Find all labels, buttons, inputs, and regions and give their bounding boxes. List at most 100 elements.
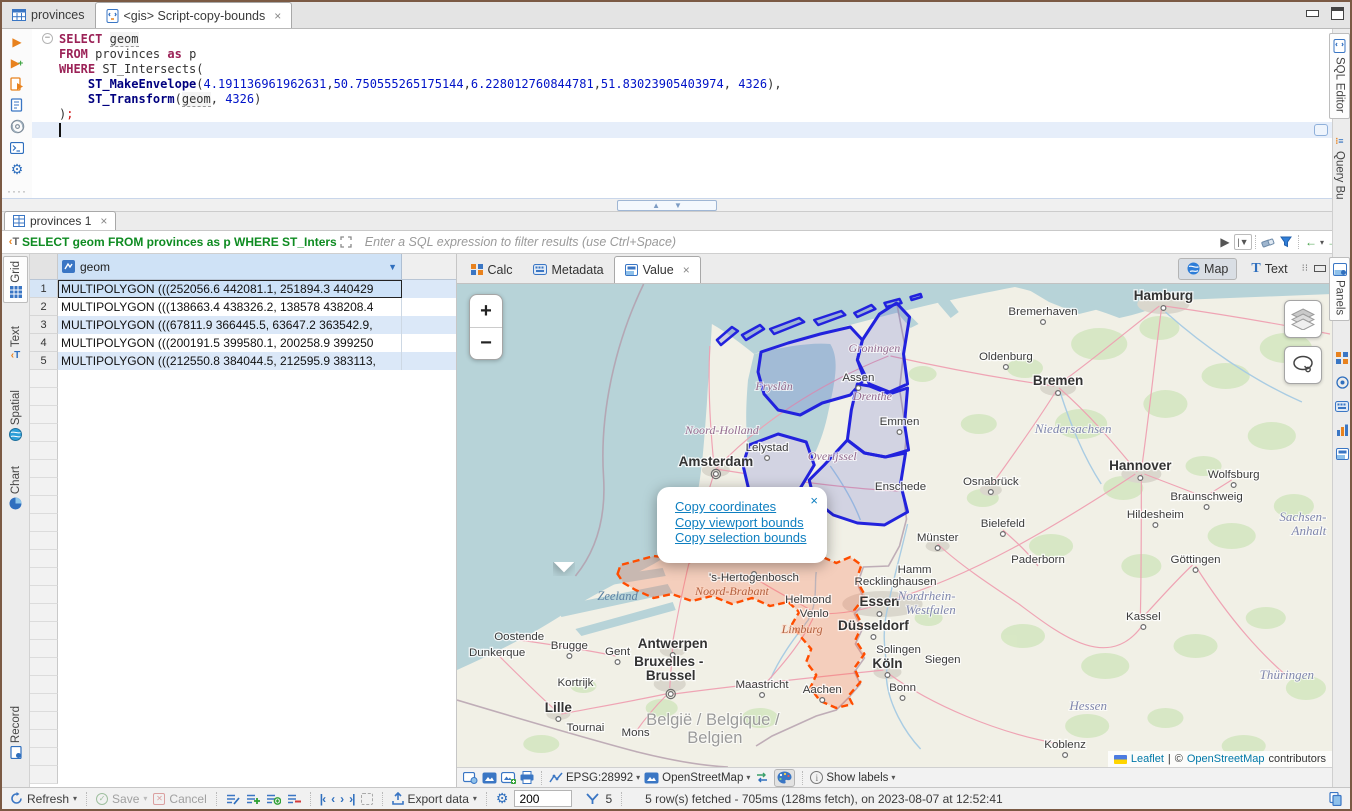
edit-cell-button[interactable] (226, 793, 240, 805)
cancel-button[interactable]: ✕ Cancel (153, 792, 206, 806)
close-results-tab-icon[interactable]: × (100, 214, 107, 228)
tab-panels-vertical[interactable]: Panels (1329, 257, 1350, 321)
zoom-out-button[interactable]: − (470, 327, 502, 359)
filter-input[interactable]: Enter a SQL expression to filter results… (365, 235, 1216, 249)
tile-provider-selector[interactable]: OpenStreetMap▾ (644, 772, 750, 784)
nav-back-arrow[interactable]: ← (1302, 234, 1320, 250)
panel-calc-icon[interactable] (1333, 349, 1351, 367)
tab-metadata[interactable]: Metadata (523, 256, 614, 283)
tab-grid[interactable]: Grid (3, 256, 28, 303)
show-labels-toggle[interactable]: i Show labels▾ (810, 771, 895, 784)
flip-coordinates-icon[interactable] (754, 772, 770, 783)
tab-chart[interactable]: Chart (3, 462, 28, 514)
panel-minimize-icon[interactable] (1314, 265, 1326, 272)
osm-link[interactable]: OpenStreetMap (1187, 753, 1265, 765)
geom-cell[interactable]: MULTIPOLYGON (((212550.8 384044.5, 21259… (58, 352, 402, 370)
duplicate-row-button[interactable] (266, 793, 281, 805)
tab-sql-editor-vertical[interactable]: SQL Editor (1329, 33, 1350, 119)
tab-text[interactable]: Text ‹T (3, 322, 28, 365)
refresh-button[interactable]: Refresh▾ (10, 792, 77, 806)
row-number[interactable]: 2 (30, 298, 58, 316)
panel-menu-dots-icon[interactable]: ⁝⁝ (1302, 263, 1308, 274)
sort-descending-icon[interactable]: ▼ (388, 262, 397, 272)
panel-metadata-icon[interactable] (1333, 397, 1351, 415)
geom-cell[interactable]: MULTIPOLYGON (((67811.9 366445.5, 63647.… (58, 316, 402, 334)
row-number[interactable]: 4 (30, 334, 58, 352)
tab-script-copy-bounds[interactable]: <gis> Script-copy-bounds × (95, 2, 293, 28)
add-row-button[interactable] (246, 793, 260, 805)
save-image-button[interactable] (501, 772, 516, 784)
panel-references-icon[interactable] (1333, 373, 1351, 391)
crs-selector[interactable]: EPSG:28992▾ (549, 772, 640, 784)
maximize-icon[interactable] (1331, 7, 1344, 20)
copy-status-icon[interactable] (1329, 792, 1342, 806)
copy-coordinates-link[interactable]: Copy coordinates (675, 499, 817, 515)
copy-map-image-button[interactable] (463, 772, 478, 784)
table-row[interactable]: 2MULTIPOLYGON (((138663.4 438326.2, 1385… (30, 298, 456, 316)
sql-editor[interactable]: −SELECT geomFROM provinces as pWHERE ST_… (32, 29, 1332, 198)
splitter-grip[interactable]: ▲▼ (617, 200, 717, 211)
print-button[interactable] (520, 771, 534, 784)
minimize-icon[interactable] (1306, 10, 1319, 17)
geom-cell[interactable]: MULTIPOLYGON (((138663.4 438326.2, 13857… (58, 298, 402, 316)
panel-aggregate-icon[interactable] (1333, 421, 1351, 439)
table-row[interactable]: 5MULTIPOLYGON (((212550.8 384044.5, 2125… (30, 352, 456, 370)
first-row-button[interactable]: |‹ (320, 792, 325, 806)
delete-row-button[interactable] (287, 793, 301, 805)
table-row[interactable]: 3MULTIPOLYGON (((67811.9 366445.5, 63647… (30, 316, 456, 334)
layers-button[interactable] (1284, 300, 1322, 338)
tab-provinces[interactable]: provinces (2, 2, 95, 28)
tab-value[interactable]: Value × (614, 256, 701, 283)
toggle-style-palette-button[interactable] (774, 769, 795, 787)
map-view-toggle[interactable]: Map (1178, 258, 1237, 280)
text-view-toggle[interactable]: T Text (1243, 258, 1295, 280)
panel-value-icon[interactable] (1333, 445, 1351, 463)
grid-corner-cell[interactable] (30, 254, 58, 279)
leaflet-link[interactable]: Leaflet (1131, 753, 1164, 765)
tab-calc[interactable]: Calc (461, 256, 523, 283)
settings-gear-icon[interactable]: ⚙ (8, 162, 26, 177)
next-row-button[interactable]: › (340, 792, 343, 806)
tab-query-builder-vertical[interactable]: ⁝≡ Query Bu (1329, 131, 1350, 205)
editor-results-splitter[interactable]: ▲▼ (2, 198, 1332, 212)
copy-viewport-bounds-link[interactable]: Copy viewport bounds (675, 515, 817, 531)
column-header-geom[interactable]: geom ▼ (58, 254, 402, 279)
zoom-in-button[interactable]: + (470, 295, 502, 327)
save-button[interactable]: ✓ Save▾ (96, 792, 147, 806)
table-row[interactable]: 1MULTIPOLYGON (((252056.6 442081.1, 2518… (30, 280, 456, 298)
filter-funnel-icon[interactable] (1277, 234, 1295, 250)
last-row-button[interactable]: ›| (349, 792, 354, 806)
filter-history-dropdown[interactable]: |▼ (1234, 234, 1252, 250)
fetch-size-input[interactable] (514, 790, 572, 807)
execute-script-button[interactable] (8, 77, 26, 91)
close-tab-icon[interactable]: × (274, 9, 281, 23)
apply-filter-play-icon[interactable]: ▶ (1216, 234, 1234, 250)
execute-new-tab-button[interactable]: ▶+ (8, 56, 26, 70)
row-number[interactable]: 3 (30, 316, 58, 334)
expand-filter-icon[interactable] (337, 234, 355, 250)
tab-spatial[interactable]: Spatial (3, 386, 28, 445)
collapse-up-icon[interactable]: ▲ (652, 201, 660, 210)
explain-plan-icon[interactable] (8, 119, 26, 134)
tab-record[interactable]: Record (3, 702, 28, 763)
execute-script-alt-button[interactable] (8, 98, 26, 112)
fetch-settings-gear-icon[interactable]: ⚙ (496, 790, 509, 807)
lasso-select-button[interactable] (1284, 346, 1322, 384)
toggle-focus-icon[interactable] (361, 793, 373, 805)
results-tab-provinces1[interactable]: provinces 1 × (4, 211, 116, 230)
clear-filter-eraser-icon[interactable] (1259, 234, 1277, 250)
row-number[interactable]: 5 (30, 352, 58, 370)
fold-marker-icon[interactable]: − (42, 33, 53, 44)
segment-fetch-icon[interactable] (586, 793, 599, 805)
previous-row-button[interactable]: ‹ (331, 792, 334, 806)
close-value-tab-icon[interactable]: × (683, 263, 690, 277)
copy-selection-bounds-link[interactable]: Copy selection bounds (675, 530, 817, 546)
geom-cell[interactable]: MULTIPOLYGON (((200191.5 399580.1, 20025… (58, 334, 402, 352)
collapse-down-icon[interactable]: ▼ (674, 201, 682, 210)
view-image-button[interactable] (482, 772, 497, 784)
popup-close-icon[interactable]: × (810, 493, 818, 509)
execute-statement-button[interactable]: ▶ (8, 35, 26, 49)
leaflet-map[interactable]: Noord-HollandFryslânGroningenDrentheOver… (457, 284, 1332, 767)
table-row[interactable]: 4MULTIPOLYGON (((200191.5 399580.1, 2002… (30, 334, 456, 352)
row-number[interactable]: 1 (30, 280, 58, 298)
